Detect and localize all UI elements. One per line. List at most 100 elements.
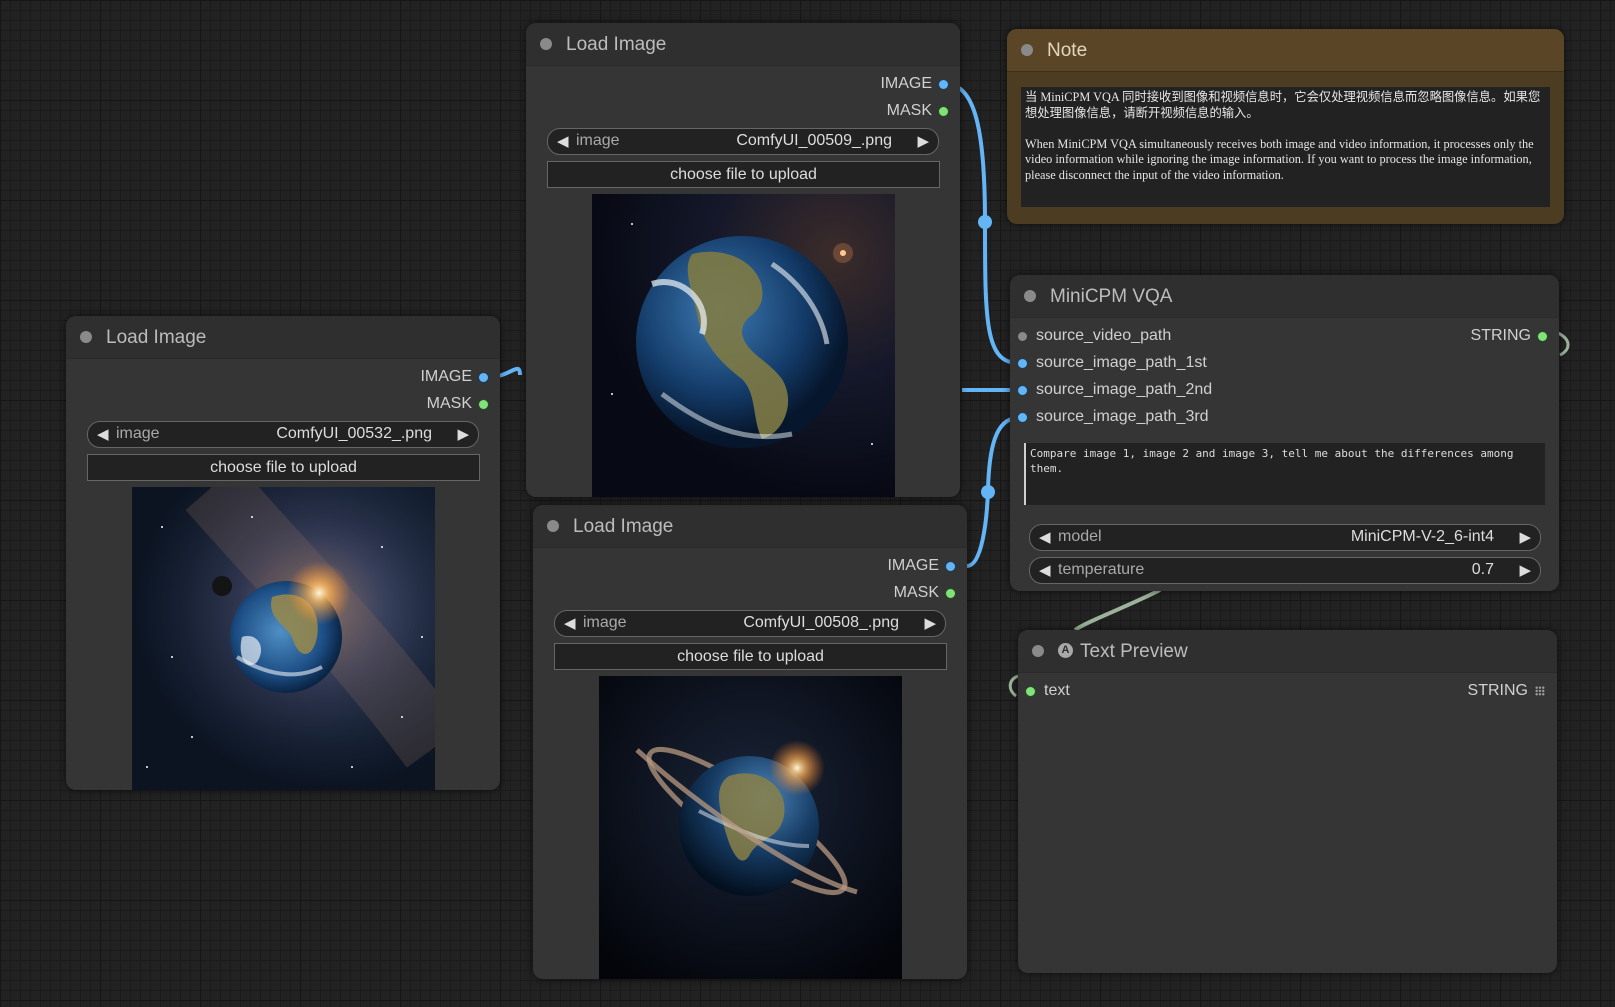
arrow-right-icon[interactable]: ▶ — [457, 425, 469, 443]
node-title: MiniCPM VQA — [1050, 286, 1173, 307]
text-preview-area — [1018, 690, 1557, 973]
node-title: Load Image — [566, 34, 667, 55]
temperature-number[interactable]: ◀ temperature 0.7 ▶ — [1029, 557, 1541, 584]
output-dot-icon[interactable] — [479, 399, 488, 409]
image-preview — [599, 676, 902, 979]
note-node[interactable]: Note 当 MiniCPM VQA 同时接收到图像和视频信息时，它会仅处理视频… — [1007, 29, 1564, 224]
collapse-dot-icon[interactable] — [547, 520, 559, 532]
output-dot-icon[interactable] — [946, 588, 955, 598]
output-label: IMAGE — [887, 557, 939, 574]
output-image-slot[interactable]: IMAGE — [420, 366, 488, 388]
input-source-video-path[interactable]: source_video_path — [1018, 325, 1171, 347]
input-dot-icon[interactable] — [1018, 385, 1027, 395]
minicpm-vqa-node[interactable]: MiniCPM VQA source_video_path source_ima… — [1010, 275, 1559, 591]
load-image-node-top[interactable]: Load Image IMAGE MASK ◀ image ComfyUI_00… — [526, 23, 960, 497]
output-label: MASK — [886, 102, 932, 119]
input-dot-icon[interactable] — [1018, 412, 1027, 422]
combo-value: MiniCPM-V-2_6-int4 — [1350, 528, 1494, 545]
combo-label: image — [583, 614, 627, 631]
output-image-slot[interactable]: IMAGE — [880, 73, 948, 95]
arrow-left-icon[interactable]: ◀ — [1039, 561, 1051, 579]
input-source-image-path-2nd[interactable]: source_image_path_2nd — [1018, 379, 1212, 401]
combo-label: image — [116, 425, 160, 442]
node-title: Text Preview — [1080, 641, 1188, 662]
output-dot-icon[interactable] — [479, 372, 488, 382]
arrow-left-icon[interactable]: ◀ — [97, 425, 109, 443]
combo-label: image — [576, 132, 620, 149]
number-value: 0.7 — [1471, 561, 1494, 578]
output-dot-icon[interactable] — [939, 106, 948, 116]
wire-midpoint-dot — [981, 485, 995, 499]
model-combo[interactable]: ◀ model MiniCPM-V-2_6-int4 ▶ — [1029, 524, 1541, 551]
arrow-left-icon[interactable]: ◀ — [564, 614, 576, 632]
load-image-node-bottom[interactable]: Load Image IMAGE MASK ◀ image ComfyUI_00… — [533, 505, 967, 979]
output-label: IMAGE — [420, 368, 472, 385]
input-label: source_image_path_2nd — [1036, 381, 1213, 398]
collapse-dot-icon[interactable] — [80, 331, 92, 343]
combo-value: ComfyUI_00509_.png — [736, 132, 892, 149]
earth-space-image — [132, 487, 435, 790]
collapse-dot-icon[interactable] — [1024, 290, 1036, 302]
arrow-right-icon[interactable]: ▶ — [1519, 528, 1531, 546]
output-label: MASK — [426, 395, 472, 412]
input-dot-icon[interactable] — [1018, 358, 1027, 368]
node-title: Load Image — [573, 516, 674, 537]
output-label: IMAGE — [880, 75, 932, 92]
choose-file-button[interactable]: choose file to upload — [554, 643, 947, 670]
node-title-bar[interactable]: Load Image — [526, 23, 960, 66]
earth-ring-image — [599, 676, 902, 979]
output-label: STRING — [1470, 327, 1531, 344]
image-preview — [132, 487, 435, 790]
output-string-slot[interactable]: STRING — [1471, 325, 1547, 347]
node-title-bar[interactable]: Load Image — [533, 505, 967, 548]
arrow-right-icon[interactable]: ▶ — [1519, 561, 1531, 579]
combo-value: ComfyUI_00532_.png — [276, 425, 432, 442]
output-dot-icon[interactable] — [1538, 331, 1547, 341]
input-label: source_image_path_1st — [1036, 354, 1207, 371]
wire-string-out — [1557, 331, 1570, 357]
earth-americas-image — [592, 194, 895, 497]
arrow-right-icon[interactable]: ▶ — [917, 132, 929, 150]
node-title: Load Image — [106, 327, 207, 348]
combo-value: ComfyUI_00508_.png — [743, 614, 899, 631]
badge-a-icon: A — [1058, 643, 1073, 658]
number-label: temperature — [1058, 561, 1145, 578]
wire-string-to-text — [1073, 588, 1161, 632]
output-dot-icon[interactable] — [946, 561, 955, 571]
arrow-right-icon[interactable]: ▶ — [924, 614, 936, 632]
output-mask-slot[interactable]: MASK — [887, 100, 948, 122]
input-label: source_video_path — [1036, 327, 1172, 344]
input-dot-icon[interactable] — [1018, 331, 1027, 341]
choose-file-button[interactable]: choose file to upload — [87, 454, 480, 481]
prompt-textarea[interactable]: Compare image 1, image 2 and image 3, te… — [1024, 443, 1545, 505]
output-image-slot[interactable]: IMAGE — [887, 555, 955, 577]
node-title-bar[interactable]: A Text Preview — [1018, 630, 1557, 673]
input-source-image-path-3rd[interactable]: source_image_path_3rd — [1018, 406, 1209, 428]
image-combo[interactable]: ◀ image ComfyUI_00532_.png ▶ — [87, 421, 479, 448]
wire-text-in — [1008, 674, 1019, 698]
image-combo[interactable]: ◀ image ComfyUI_00509_.png ▶ — [547, 128, 939, 155]
combo-label: model — [1058, 528, 1102, 545]
output-mask-slot[interactable]: MASK — [894, 582, 955, 604]
input-source-image-path-1st[interactable]: source_image_path_1st — [1018, 352, 1207, 374]
node-title-bar[interactable]: MiniCPM VQA — [1010, 275, 1559, 318]
node-title: Note — [1047, 40, 1088, 61]
collapse-dot-icon[interactable] — [540, 38, 552, 50]
text-preview-node[interactable]: A Text Preview text STRING — [1018, 630, 1557, 973]
node-title-bar[interactable]: Load Image — [66, 316, 500, 359]
arrow-left-icon[interactable]: ◀ — [1039, 528, 1051, 546]
image-preview — [592, 194, 895, 497]
arrow-left-icon[interactable]: ◀ — [557, 132, 569, 150]
collapse-dot-icon[interactable] — [1021, 44, 1033, 56]
choose-file-button[interactable]: choose file to upload — [547, 161, 940, 188]
output-label: MASK — [893, 584, 939, 601]
output-dot-icon[interactable] — [939, 79, 948, 89]
input-label: source_image_path_3rd — [1036, 408, 1209, 425]
image-combo[interactable]: ◀ image ComfyUI_00508_.png ▶ — [554, 610, 946, 637]
note-textarea[interactable]: 当 MiniCPM VQA 同时接收到图像和视频信息时，它会仅处理视频信息而忽略… — [1021, 87, 1550, 207]
wire-midpoint-dot — [978, 215, 992, 229]
node-title-bar[interactable]: Note — [1007, 29, 1564, 72]
collapse-dot-icon[interactable] — [1032, 645, 1044, 657]
load-image-node-left[interactable]: Load Image IMAGE MASK ◀ image ComfyUI_00… — [66, 316, 500, 790]
output-mask-slot[interactable]: MASK — [427, 393, 488, 415]
